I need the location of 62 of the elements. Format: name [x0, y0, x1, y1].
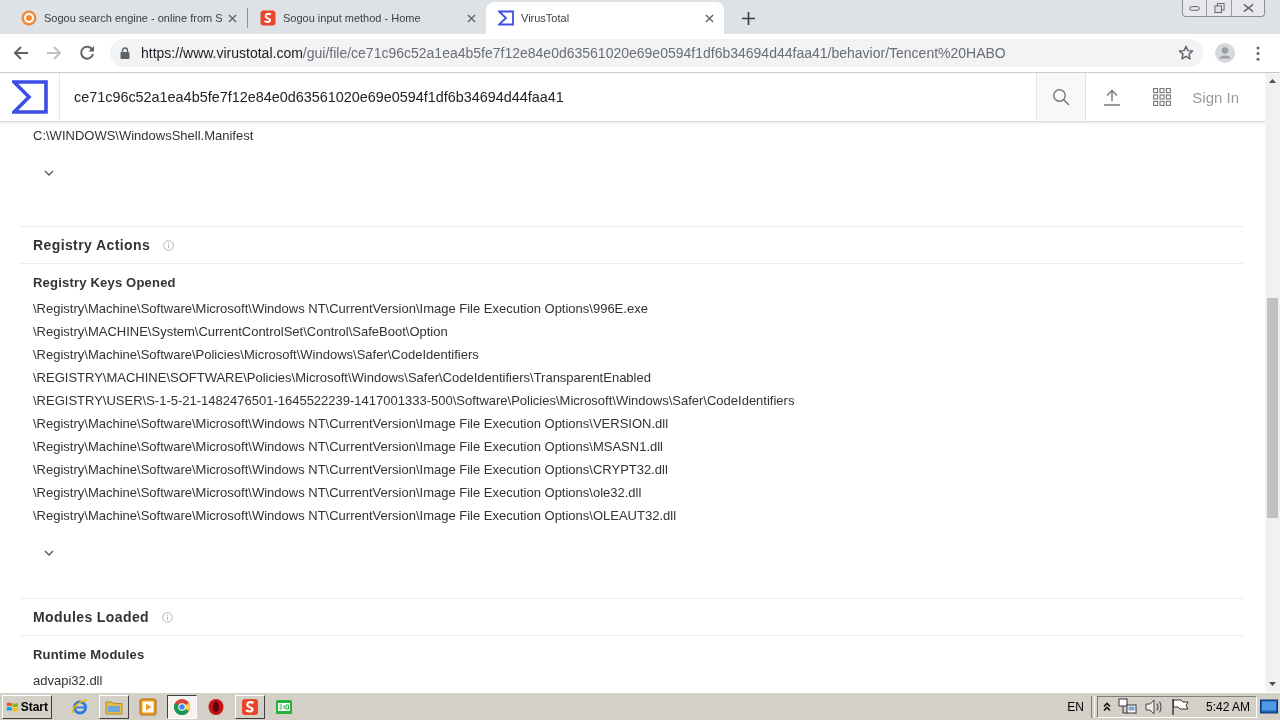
- list-entry-text: advapi32.dll: [33, 672, 104, 690]
- scrollbar[interactable]: [1265, 73, 1280, 692]
- search-icon: [1052, 88, 1071, 106]
- double-chevron-up-icon[interactable]: [1101, 700, 1112, 713]
- language-indicator[interactable]: EN: [1067, 699, 1084, 714]
- upload-icon: [1103, 88, 1122, 106]
- group-title: Registry Keys Opened: [33, 274, 177, 292]
- segmented-circle-icon: [173, 697, 191, 716]
- square-logo-icon: [260, 10, 276, 26]
- play-icon: [139, 697, 157, 716]
- list-entry-text: \REGISTRY\USER\S-1-5-21-1482476501-1645522239-1417001333-500\Software\Policies\Microsoft\Windows\Safer\CodeIdentifiers: [33, 392, 796, 410]
- sigma-logo-icon: [11, 80, 48, 114]
- close-icon: [466, 13, 476, 23]
- clock-text[interactable]: 5:42 AM: [1205, 699, 1250, 714]
- scrollbar-thumb[interactable]: [1267, 298, 1278, 518]
- swoosh-ring-icon: [71, 697, 89, 716]
- close-icon: [1242, 3, 1254, 13]
- minimize-icon: [1189, 3, 1200, 13]
- list-entry-text: \Registry\Machine\Software\Microsoft\Windows NT\CurrentVersion\Image File Execution Options\ole32.dll: [33, 484, 643, 502]
- list-entry-text: \Registry\MACHINE\System\CurrentControlSet\Control\SafeBoot\Option: [33, 323, 449, 341]
- section-title: Registry Actions: [33, 237, 151, 253]
- oval-ring-icon: [207, 697, 225, 716]
- browser-tab[interactable]: Sogou search engine - online from S: [9, 2, 247, 34]
- network-icon[interactable]: [1117, 697, 1138, 716]
- list-entry-text: \Registry\Machine\Software\Microsoft\Windows NT\CurrentVersion\Image File Execution Options\996E.exe: [33, 300, 649, 318]
- list-entry-text: \Registry\Machine\Software\Microsoft\Windows NT\CurrentVersion\Image File Execution Options\CRYPT32.dll: [33, 461, 669, 479]
- file-path-text: C:\WINDOWS\WindowsShell.Manifest: [33, 127, 255, 145]
- search-field[interactable]: ce71c96c52a1ea4b5fe7f12e84e0d63561020e69e0594f1df6b34694d44faa41: [60, 73, 1037, 121]
- avatar-icon: [1215, 43, 1235, 63]
- screen-icon: [275, 697, 293, 716]
- sigma-logo-icon: [498, 10, 514, 26]
- speaker-icon[interactable]: [1143, 697, 1164, 716]
- chevron-down-icon: [44, 550, 54, 556]
- bookmark-button[interactable]: [1177, 44, 1195, 62]
- grid-icon: [1153, 88, 1172, 106]
- list-entry-text: \REGISTRY\MACHINE\SOFTWARE\Policies\Microsoft\Windows\Safer\CodeIdentifiers\TransparentEnabled: [33, 369, 652, 387]
- browser-tab[interactable]: VirusTotal: [486, 2, 724, 34]
- browser-tab[interactable]: Sogou input method - Home: [248, 2, 486, 34]
- plus-icon: [741, 11, 755, 25]
- chevron-down-icon: [44, 170, 54, 176]
- lock-icon: [120, 47, 130, 59]
- section-title: Modules Loaded: [33, 609, 150, 625]
- round-logo-icon: [21, 10, 37, 26]
- rounded-square-icon: [241, 697, 259, 716]
- list-entry-text: \Registry\Machine\Software\Microsoft\Windows NT\CurrentVersion\Image File Execution Options\OLEAUT32.dll: [33, 507, 678, 525]
- reload-icon: [79, 45, 95, 61]
- menu-icon: [1256, 45, 1260, 61]
- address-field[interactable]: https://www.virustotal.com/gui/file/ce71c96c52a1ea4b5fe7f12e84e0d63561020e69e0594f1df6b34694d44faa41/behavior/Tencent%20HABO: [110, 39, 1203, 67]
- close-icon: [704, 13, 714, 23]
- star-icon: [1178, 45, 1194, 61]
- list-entry-text: \Registry\Machine\Software\Microsoft\Windows NT\CurrentVersion\Image File Execution Options\MSASN1.dll: [33, 438, 664, 456]
- restore-icon: [1213, 3, 1225, 13]
- group-title: Runtime Modules: [33, 646, 146, 664]
- forward-arrow-icon: [46, 45, 62, 61]
- start-button[interactable]: Start: [2, 694, 52, 719]
- taskbar-app-button[interactable]: [167, 694, 197, 719]
- close-icon: [227, 13, 237, 23]
- monitor-icon[interactable]: [1260, 697, 1278, 716]
- list-entry-text: \Registry\Machine\Software\Microsoft\Windows NT\CurrentVersion\Image File Execution Options\VERSION.dll: [33, 415, 670, 433]
- list-entry-text: \Registry\Machine\Software\Policies\Microsoft\Windows\Safer\CodeIdentifiers: [33, 346, 480, 364]
- back-arrow-icon: [13, 45, 29, 61]
- flag-icon[interactable]: [1169, 697, 1190, 716]
